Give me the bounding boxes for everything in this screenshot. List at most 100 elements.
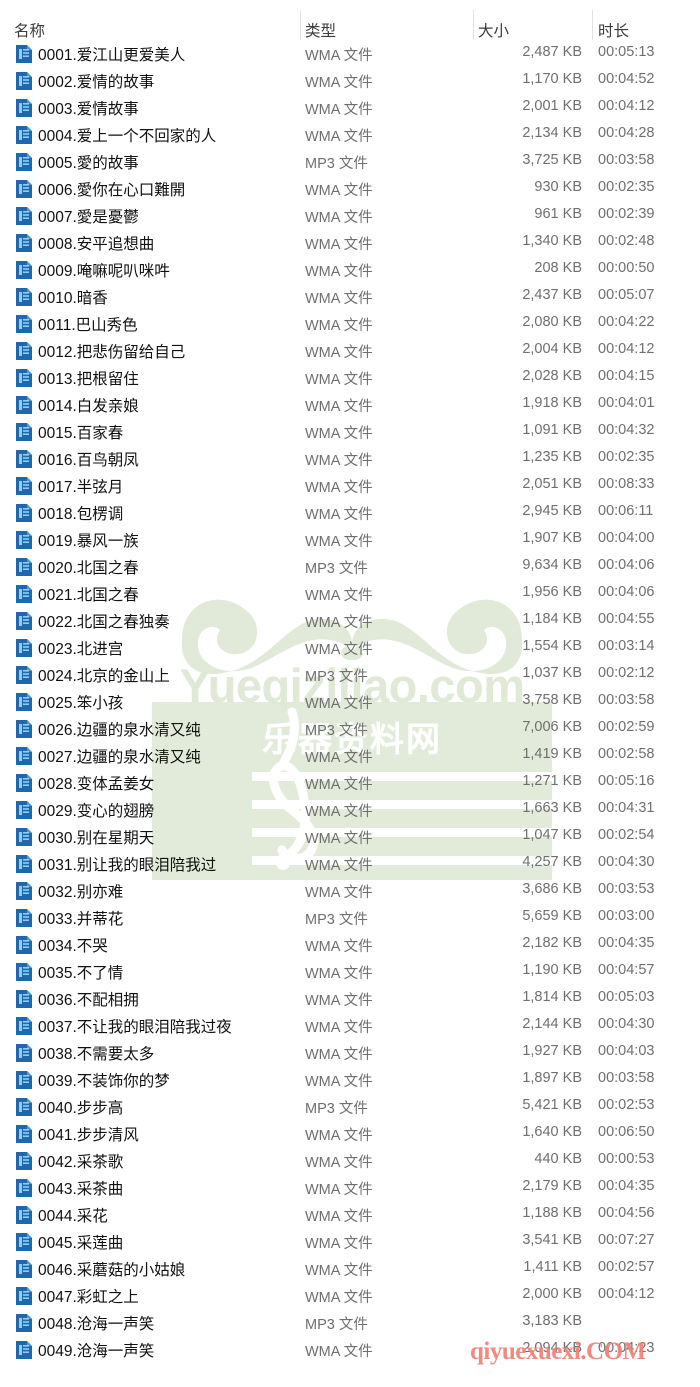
column-divider-size[interactable]	[473, 10, 474, 40]
file-row[interactable]: 0031.别让我的眼泪陪我过 WMA 文件 4,257 KB 00:04:30	[0, 850, 700, 877]
file-row[interactable]: 0044.采花 WMA 文件 1,188 KB 00:04:56	[0, 1201, 700, 1228]
wma-file-icon	[16, 423, 32, 441]
file-row[interactable]: 0024.北京的金山上 MP3 文件 1,037 KB 00:02:12	[0, 661, 700, 688]
file-duration: 00:04:03	[598, 1043, 655, 1059]
wma-file-icon	[16, 990, 32, 1008]
file-row[interactable]: 0011.巴山秀色 WMA 文件 2,080 KB 00:04:22	[0, 310, 700, 337]
file-row[interactable]: 0029.变心的翅膀 WMA 文件 1,663 KB 00:04:31	[0, 796, 700, 823]
file-row[interactable]: 0025.笨小孩 WMA 文件 3,758 KB 00:03:58	[0, 688, 700, 715]
file-row[interactable]: 0033.并蒂花 MP3 文件 5,659 KB 00:03:00	[0, 904, 700, 931]
file-duration: 00:04:15	[598, 368, 655, 384]
file-name: 0002.爱情的故事	[38, 74, 155, 91]
file-row[interactable]: 0042.采茶歌 WMA 文件 440 KB 00:00:53	[0, 1147, 700, 1174]
file-row[interactable]: 0028.变体孟姜女 WMA 文件 1,271 KB 00:05:16	[0, 769, 700, 796]
file-row[interactable]: 0047.彩虹之上 WMA 文件 2,000 KB 00:04:12	[0, 1282, 700, 1309]
file-type: WMA 文件	[305, 966, 373, 982]
file-type: WMA 文件	[305, 372, 373, 388]
file-duration: 00:03:58	[598, 152, 655, 168]
wma-file-icon	[16, 828, 32, 846]
wma-file-icon	[16, 1233, 32, 1251]
file-row[interactable]: 0016.百鸟朝凤 WMA 文件 1,235 KB 00:02:35	[0, 445, 700, 472]
file-row[interactable]: 0012.把悲伤留给自己 WMA 文件 2,004 KB 00:04:12	[0, 337, 700, 364]
wma-file-icon	[16, 504, 32, 522]
file-row[interactable]: 0045.采莲曲 WMA 文件 3,541 KB 00:07:27	[0, 1228, 700, 1255]
file-row[interactable]: 0041.步步清风 WMA 文件 1,640 KB 00:06:50	[0, 1120, 700, 1147]
file-duration: 00:04:12	[598, 341, 655, 357]
wma-file-icon	[16, 774, 32, 792]
file-duration: 00:00:50	[598, 260, 655, 276]
file-row[interactable]: 0023.北进宫 WMA 文件 1,554 KB 00:03:14	[0, 634, 700, 661]
file-row[interactable]: 0003.爱情故事 WMA 文件 2,001 KB 00:04:12	[0, 94, 700, 121]
wma-file-icon	[16, 153, 32, 171]
wma-file-icon	[16, 315, 32, 333]
wma-file-icon	[16, 612, 32, 630]
wma-file-icon	[16, 1071, 32, 1089]
file-row[interactable]: 0046.采蘑菇的小姑娘 WMA 文件 1,411 KB 00:02:57	[0, 1255, 700, 1282]
file-row[interactable]: 0015.百家春 WMA 文件 1,091 KB 00:04:32	[0, 418, 700, 445]
file-type: WMA 文件	[305, 75, 373, 91]
file-type: WMA 文件	[305, 1344, 373, 1360]
file-row[interactable]: 0043.采茶曲 WMA 文件 2,179 KB 00:04:35	[0, 1174, 700, 1201]
file-row[interactable]: 0020.北国之春 MP3 文件 9,634 KB 00:04:06	[0, 553, 700, 580]
file-duration: 00:04:01	[598, 395, 655, 411]
file-row[interactable]: 0014.白发亲娘 WMA 文件 1,918 KB 00:04:01	[0, 391, 700, 418]
file-row[interactable]: 0036.不配相拥 WMA 文件 1,814 KB 00:05:03	[0, 985, 700, 1012]
file-name: 0017.半弦月	[38, 479, 124, 496]
column-divider-duration[interactable]	[592, 10, 593, 40]
file-duration: 00:04:31	[598, 800, 655, 816]
file-type: MP3 文件	[305, 561, 368, 577]
column-divider-type[interactable]	[300, 10, 301, 40]
wma-file-icon	[16, 1314, 32, 1332]
file-row[interactable]: 0026.边疆的泉水清又纯 MP3 文件 7,006 KB 00:02:59	[0, 715, 700, 742]
file-row[interactable]: 0035.不了情 WMA 文件 1,190 KB 00:04:57	[0, 958, 700, 985]
wma-file-icon	[16, 1287, 32, 1305]
file-row[interactable]: 0048.沧海一声笑 MP3 文件 3,183 KB	[0, 1309, 700, 1336]
file-row[interactable]: 0040.步步高 MP3 文件 5,421 KB 00:02:53	[0, 1093, 700, 1120]
file-name: 0022.北国之春独奏	[38, 614, 170, 631]
file-duration: 00:04:06	[598, 557, 655, 573]
file-name: 0040.步步高	[38, 1100, 124, 1117]
file-name: 0004.爱上一个不回家的人	[38, 128, 217, 145]
file-row[interactable]: 0021.北国之春 WMA 文件 1,956 KB 00:04:06	[0, 580, 700, 607]
file-row[interactable]: 0010.暗香 WMA 文件 2,437 KB 00:05:07	[0, 283, 700, 310]
wma-file-icon	[16, 639, 32, 657]
file-row[interactable]: 0005.愛的故事 MP3 文件 3,725 KB 00:03:58	[0, 148, 700, 175]
file-row[interactable]: 0007.愛是憂鬱 WMA 文件 961 KB 00:02:39	[0, 202, 700, 229]
file-row[interactable]: 0008.安平追想曲 WMA 文件 1,340 KB 00:02:48	[0, 229, 700, 256]
file-row[interactable]: 0017.半弦月 WMA 文件 2,051 KB 00:08:33	[0, 472, 700, 499]
file-type: WMA 文件	[305, 534, 373, 550]
file-row[interactable]: 0038.不需要太多 WMA 文件 1,927 KB 00:04:03	[0, 1039, 700, 1066]
file-type: WMA 文件	[305, 1209, 373, 1225]
wma-file-icon	[16, 693, 32, 711]
file-row[interactable]: 0001.爱江山更爱美人 WMA 文件 2,487 KB 00:05:13	[0, 40, 700, 67]
file-row[interactable]: 0034.不哭 WMA 文件 2,182 KB 00:04:35	[0, 931, 700, 958]
file-row[interactable]: 0006.愛你在心口難開 WMA 文件 930 KB 00:02:35	[0, 175, 700, 202]
file-name: 0026.边疆的泉水清又纯	[38, 722, 201, 739]
file-duration: 00:03:53	[598, 881, 655, 897]
file-row[interactable]: 0022.北国之春独奏 WMA 文件 1,184 KB 00:04:55	[0, 607, 700, 634]
wma-file-icon	[16, 180, 32, 198]
file-row[interactable]: 0004.爱上一个不回家的人 WMA 文件 2,134 KB 00:04:28	[0, 121, 700, 148]
file-row[interactable]: 0009.唵嘛呢叭咪吽 WMA 文件 208 KB 00:00:50	[0, 256, 700, 283]
file-type: MP3 文件	[305, 723, 368, 739]
file-duration: 00:04:00	[598, 530, 655, 546]
column-header-name[interactable]: 名称	[14, 19, 45, 41]
file-row[interactable]: 0019.暴风一族 WMA 文件 1,907 KB 00:04:00	[0, 526, 700, 553]
column-header-duration[interactable]: 时长	[598, 19, 629, 41]
file-row[interactable]: 0030.别在星期天 WMA 文件 1,047 KB 00:02:54	[0, 823, 700, 850]
file-row[interactable]: 0018.包楞调 WMA 文件 2,945 KB 00:06:11	[0, 499, 700, 526]
file-name: 0014.白发亲娘	[38, 398, 139, 415]
file-row[interactable]: 0039.不装饰你的梦 WMA 文件 1,897 KB 00:03:58	[0, 1066, 700, 1093]
file-name: 0045.采莲曲	[38, 1235, 124, 1252]
file-name: 0009.唵嘛呢叭咪吽	[38, 263, 170, 280]
file-row[interactable]: 0037.不让我的眼泪陪我过夜 WMA 文件 2,144 KB 00:04:30	[0, 1012, 700, 1039]
wma-file-icon	[16, 855, 32, 873]
file-row[interactable]: 0032.别亦难 WMA 文件 3,686 KB 00:03:53	[0, 877, 700, 904]
file-size: 1,927 KB	[522, 1043, 582, 1059]
file-row[interactable]: 0002.爱情的故事 WMA 文件 1,170 KB 00:04:52	[0, 67, 700, 94]
file-row[interactable]: 0027.边疆的泉水清又纯 WMA 文件 1,419 KB 00:02:58	[0, 742, 700, 769]
file-row[interactable]: 0013.把根留住 WMA 文件 2,028 KB 00:04:15	[0, 364, 700, 391]
file-type: MP3 文件	[305, 1101, 368, 1117]
column-header-size[interactable]: 大小	[478, 19, 509, 41]
column-header-type[interactable]: 类型	[305, 19, 336, 41]
